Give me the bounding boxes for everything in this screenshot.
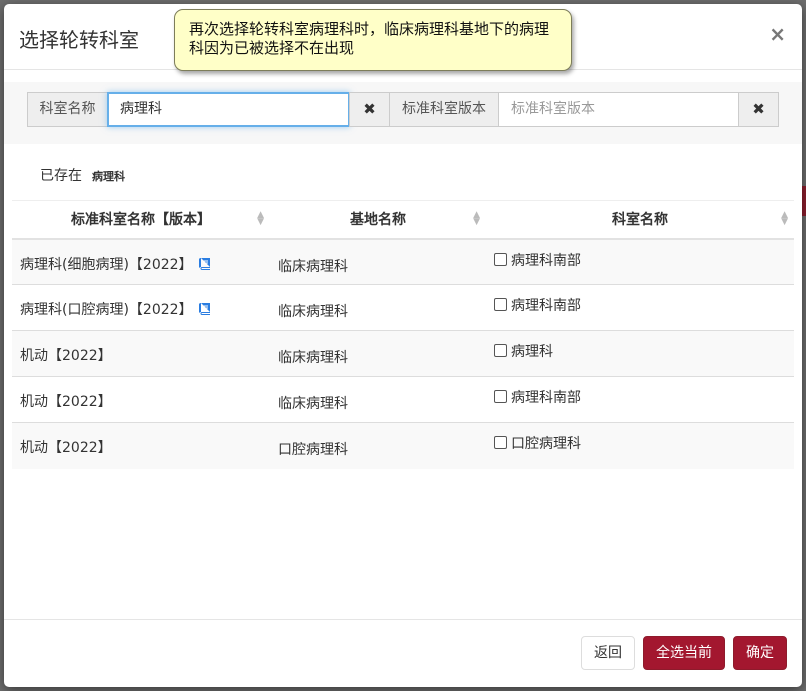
sort-icon[interactable]: ▲ ▼ <box>473 211 480 227</box>
std-name-cell: 机动【2022】 <box>12 330 270 377</box>
col-dept-name-label: 科室名称 <box>612 212 668 229</box>
std-version-label: 标准科室版本 <box>389 92 499 127</box>
base-name-cell: 临床病理科 <box>270 376 486 423</box>
dept-name-cell: 病理科 <box>486 330 794 377</box>
row-checkbox[interactable] <box>494 436 507 449</box>
table-row: 机动【2022】 口腔病理科 口腔病理科 <box>12 422 794 469</box>
select-all-button[interactable]: 全选当前 <box>643 636 725 670</box>
sort-icon[interactable]: ▲ ▼ <box>257 211 264 227</box>
std-name-cell: 病理科(细胞病理)【2022】 <box>12 238 270 285</box>
dept-name-text: 病理科南部 <box>511 298 581 314</box>
search-bar: 科室名称 病理科 ✖ 标准科室版本 标准科室版本 ✖ <box>4 82 802 144</box>
col-base-name[interactable]: 基地名称 ▲ ▼ <box>270 200 486 240</box>
std-name-cell: 机动【2022】 <box>12 376 270 423</box>
std-name-text: 机动【2022】 <box>20 394 112 410</box>
dept-name-text: 病理科南部 <box>511 252 581 269</box>
base-name-cell: 临床病理科 <box>270 238 486 285</box>
std-name-text: 机动【2022】 <box>20 440 112 456</box>
dept-name-input[interactable]: 病理科 <box>107 92 350 127</box>
col-std-name-label: 标准科室名称【版本】 <box>71 212 211 229</box>
base-name-cell: 口腔病理科 <box>270 422 486 469</box>
base-name-cell: 临床病理科 <box>270 330 486 377</box>
select-dept-modal: 选择轮转科室 × 科室名称 病理科 ✖ 标准科室版本 标准科室版本 ✖ 已存在病… <box>4 4 802 687</box>
std-version-input[interactable]: 标准科室版本 <box>498 92 739 127</box>
annotation-tooltip: 再次选择轮转科室病理科时，临床病理科基地下的病理科因为已被选择不在出现 <box>174 9 572 71</box>
dept-name-label: 科室名称 <box>27 92 108 127</box>
std-version-placeholder: 标准科室版本 <box>511 101 595 117</box>
col-std-name[interactable]: 标准科室名称【版本】 ▲ ▼ <box>12 200 270 240</box>
table-row: 病理科(细胞病理)【2022】 临床病理科 病理科南部 <box>12 238 794 285</box>
base-name-cell: 临床病理科 <box>270 284 486 331</box>
table-row: 机动【2022】 临床病理科 病理科 <box>12 330 794 377</box>
dept-name-text: 口腔病理科 <box>511 436 581 452</box>
clear-dept-icon[interactable]: ✖ <box>349 92 390 127</box>
table-row: 机动【2022】 临床病理科 病理科南部 <box>12 376 794 423</box>
dept-table: 标准科室名称【版本】 ▲ ▼ 基地名称 ▲ ▼ 科室名称 ▲ ▼ 病理科(细胞病理)【202… <box>12 200 794 469</box>
row-checkbox[interactable] <box>494 252 507 266</box>
dept-name-cell: 病理科南部 <box>486 284 794 331</box>
dept-name-value: 病理科 <box>120 101 162 117</box>
modal-title: 选择轮转科室 <box>19 28 139 52</box>
std-name-cell: 机动【2022】 <box>12 422 270 469</box>
dept-name-cell: 病理科南部 <box>486 376 794 423</box>
std-name-cell: 病理科(口腔病理)【2022】 <box>12 284 270 331</box>
std-name-text: 病理科(口腔病理)【2022】 <box>20 302 193 318</box>
sort-icon[interactable]: ▲ ▼ <box>781 211 788 227</box>
dept-name-text: 病理科 <box>511 344 553 360</box>
clear-version-icon[interactable]: ✖ <box>738 92 779 127</box>
std-name-text: 机动【2022】 <box>20 348 112 364</box>
exists-tag: 病理科 <box>92 170 125 183</box>
row-checkbox[interactable] <box>494 298 507 311</box>
close-icon[interactable]: × <box>769 22 786 46</box>
back-button[interactable]: 返回 <box>581 636 635 670</box>
row-checkbox[interactable] <box>494 390 507 403</box>
dept-name-text: 病理科南部 <box>511 390 581 406</box>
col-base-name-label: 基地名称 <box>350 212 406 229</box>
dept-name-cell: 病理科南部 <box>486 238 794 285</box>
table-header-row: 标准科室名称【版本】 ▲ ▼ 基地名称 ▲ ▼ 科室名称 ▲ ▼ <box>12 200 794 240</box>
col-dept-name[interactable]: 科室名称 ▲ ▼ <box>486 200 794 240</box>
table-row: 病理科(口腔病理)【2022】 临床病理科 病理科南部 <box>12 284 794 331</box>
book-icon[interactable] <box>198 257 210 270</box>
dept-name-cell: 口腔病理科 <box>486 422 794 469</box>
exists-label: 已存在 <box>40 168 82 184</box>
book-icon[interactable] <box>198 303 210 315</box>
modal-footer: 返回 全选当前 确定 <box>4 619 802 687</box>
std-name-text: 病理科(细胞病理)【2022】 <box>20 256 193 273</box>
exists-row: 已存在 病理科 <box>40 165 125 185</box>
row-checkbox[interactable] <box>494 344 507 357</box>
confirm-button[interactable]: 确定 <box>733 636 787 670</box>
